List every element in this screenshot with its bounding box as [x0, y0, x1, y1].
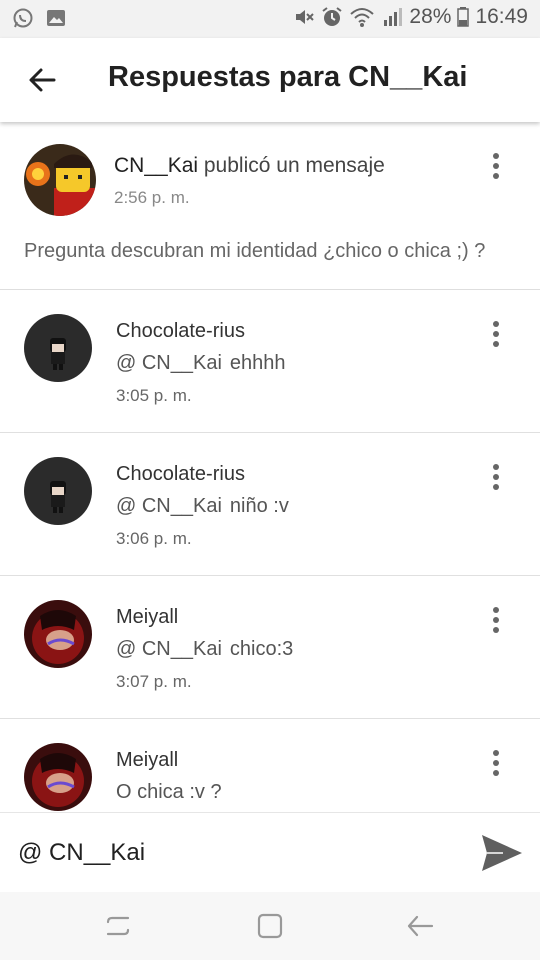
reply-timestamp: 3:05 p. m.: [116, 386, 192, 405]
status-right-icons: 28% 16:49: [293, 5, 528, 29]
battery-percent: 28%: [409, 5, 452, 28]
reply-mention[interactable]: @ CN__Kai: [116, 352, 222, 374]
page-title: Respuestas para CN__Kai: [108, 61, 468, 93]
more-vert-icon: [493, 750, 499, 756]
reply-avatar[interactable]: [24, 314, 92, 382]
more-vert-icon-dot: [493, 331, 499, 337]
recent-apps-button[interactable]: [102, 910, 134, 942]
signal-icon: [381, 6, 403, 28]
reply-message: ehhhh: [229, 352, 286, 374]
back-nav-icon: [407, 915, 434, 937]
reply-text: @ CN__Kai ehhhh: [116, 352, 286, 375]
status-bar: 28% 16:49: [0, 0, 540, 38]
reply-composer: [0, 812, 540, 892]
system-nav-bar: [0, 892, 540, 960]
more-vert-icon-dot: [493, 627, 499, 633]
mute-icon: [293, 6, 315, 28]
reply-avatar[interactable]: [24, 457, 92, 525]
reply-text: O chica :v ?: [116, 781, 222, 804]
reply-item: Meiyall @ CN__Kai chico:3 3:07 p. m.: [0, 576, 540, 719]
reply-more-button[interactable]: [484, 457, 508, 497]
reply-message: O chica :v ?: [116, 781, 222, 803]
post-author-line: CN__Kai publicó un mensaje: [114, 154, 385, 178]
reply-text: @ CN__Kai chico:3: [116, 638, 293, 661]
more-vert-icon: [493, 464, 499, 470]
home-icon: [257, 913, 283, 939]
wifi-icon: [349, 6, 375, 28]
more-vert-icon-dot: [493, 474, 499, 480]
reply-avatar[interactable]: [24, 600, 92, 668]
more-vert-icon-dot: [493, 484, 499, 490]
app-bar: Respuestas para CN__Kai: [0, 38, 540, 122]
send-button[interactable]: [480, 831, 524, 875]
post-author-avatar[interactable]: [24, 144, 96, 216]
original-post: CN__Kai publicó un mensaje 2:56 p. m. Pr…: [0, 122, 540, 290]
more-vert-icon-dot: [493, 173, 499, 179]
reply-item: Meiyall O chica :v ?: [0, 719, 540, 812]
reply-avatar[interactable]: [24, 743, 92, 811]
reply-timestamp: 3:06 p. m.: [116, 529, 192, 548]
reply-item: Chocolate-rius @ CN__Kai ehhhh 3:05 p. m.: [0, 290, 540, 433]
reply-username[interactable]: Chocolate-rius: [116, 463, 245, 486]
gallery-icon: [46, 8, 66, 28]
more-vert-icon-dot: [493, 163, 499, 169]
replies-list[interactable]: Chocolate-rius @ CN__Kai ehhhh 3:05 p. m.…: [0, 290, 540, 812]
battery-icon: [457, 6, 470, 28]
send-icon: [482, 835, 522, 871]
reply-more-button[interactable]: [484, 600, 508, 640]
recent-apps-icon: [106, 916, 130, 936]
reply-more-button[interactable]: [484, 314, 508, 354]
more-vert-icon-dot: [493, 770, 499, 776]
more-vert-icon-dot: [493, 341, 499, 347]
more-vert-icon-dot: [493, 760, 499, 766]
post-action-text: publicó un mensaje: [198, 154, 385, 177]
reply-more-button[interactable]: [484, 743, 508, 783]
home-button[interactable]: [254, 910, 286, 942]
post-more-button[interactable]: [484, 146, 508, 186]
reply-message: niño :v: [229, 495, 289, 517]
clock-time: 16:49: [475, 5, 528, 28]
reply-mention[interactable]: @ CN__Kai: [116, 495, 222, 517]
reply-username[interactable]: Meiyall: [116, 606, 178, 629]
post-author-name[interactable]: CN__Kai: [114, 154, 198, 177]
reply-mention[interactable]: @ CN__Kai: [116, 638, 222, 660]
status-left-icons: [12, 7, 66, 29]
back-button[interactable]: [22, 60, 62, 100]
reply-username[interactable]: Meiyall: [116, 749, 178, 772]
reply-text: @ CN__Kai niño :v: [116, 495, 289, 518]
more-vert-icon: [493, 607, 499, 613]
back-nav-button[interactable]: [404, 910, 436, 942]
reply-input[interactable]: [18, 835, 458, 871]
more-vert-icon-dot: [493, 617, 499, 623]
post-body: Pregunta descubran mi identidad ¿chico o…: [24, 240, 486, 262]
whatsapp-icon: [12, 7, 34, 29]
reply-username[interactable]: Chocolate-rius: [116, 320, 245, 343]
reply-item: Chocolate-rius @ CN__Kai niño :v 3:06 p. …: [0, 433, 540, 576]
reply-message: chico:3: [229, 638, 294, 660]
more-vert-icon: [493, 321, 499, 327]
reply-timestamp: 3:07 p. m.: [116, 672, 192, 691]
post-timestamp: 2:56 p. m.: [114, 188, 190, 207]
more-vert-icon: [493, 153, 499, 159]
arrow-back-icon: [29, 68, 56, 92]
alarm-icon: [321, 6, 343, 28]
